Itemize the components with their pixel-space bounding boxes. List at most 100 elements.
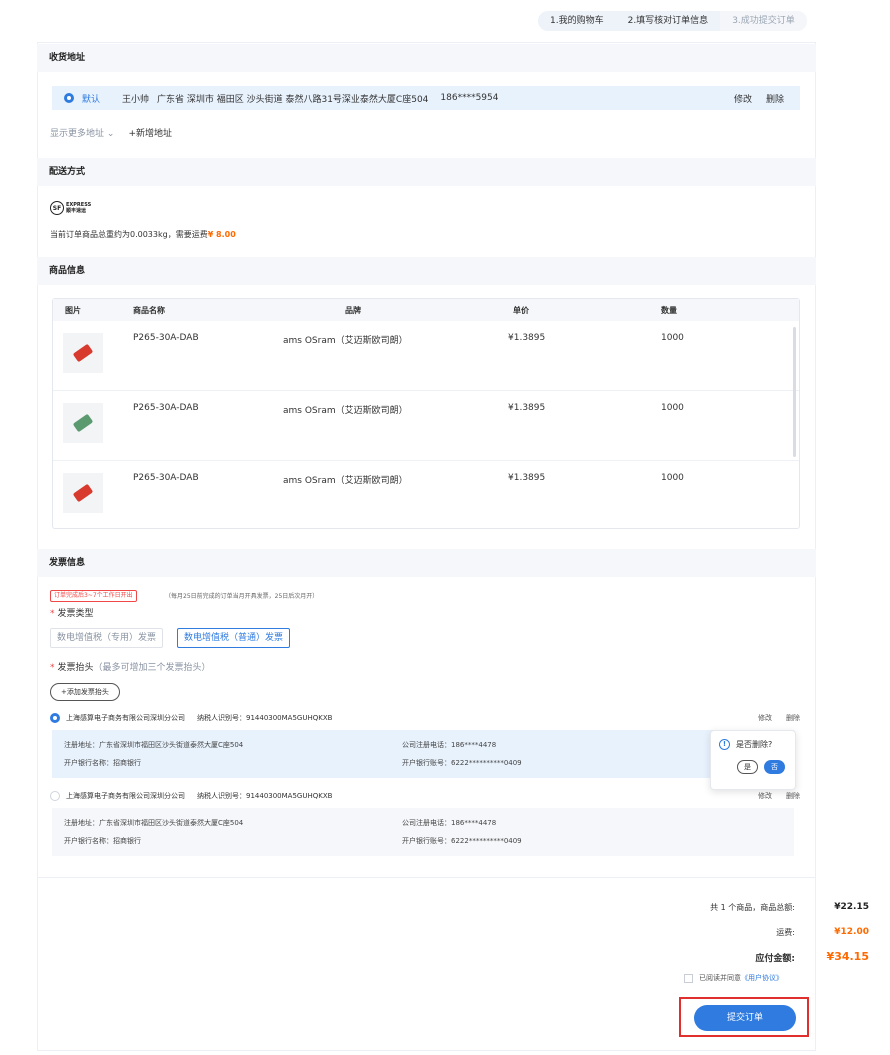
col-image: 图片: [65, 305, 81, 315]
invoice-delete-1[interactable]: 删除: [786, 713, 800, 723]
product-qty: 1000: [661, 403, 684, 413]
step-submitted: 3.成功提交订单: [720, 11, 807, 31]
invoice-reg-addr-2: 注册地址：广东省深圳市福田区沙头街道泰然大厦C座504: [64, 819, 244, 827]
product-brand: ams OSram（艾迈斯欧司朗）: [283, 476, 408, 486]
invoice-title-radio-2[interactable]: [50, 791, 60, 801]
sf-logo-line2: 顺丰速运: [66, 208, 87, 214]
shipping-fee: ¥ 8.00: [207, 230, 236, 239]
product-brand: ams OSram（艾迈斯欧司朗）: [283, 336, 408, 346]
chevron-down-icon: ⌄: [106, 129, 115, 139]
invoice-title-radio-1[interactable]: [50, 713, 60, 723]
shipping-section-title: 配送方式: [37, 158, 816, 186]
product-thumbnail[interactable]: [63, 473, 103, 513]
invoice-bank-account-1: 开户银行账号：6222**********0409: [402, 759, 522, 767]
add-address-link[interactable]: +新增地址: [128, 126, 172, 139]
bottom-border: [37, 1050, 816, 1051]
address-delete-link[interactable]: 删除: [766, 92, 784, 105]
invoice-edit-1[interactable]: 修改: [758, 713, 772, 723]
delete-confirm-popover: ! 是否删除? 是 否: [710, 730, 796, 790]
invoice-taxid-2: 纳税人识别号：91440300MA5GUHQKXB: [197, 792, 333, 800]
product-name[interactable]: P265-30A-DAB: [133, 403, 283, 413]
invoice-edit-2[interactable]: 修改: [758, 791, 772, 801]
address-edit-link[interactable]: 修改: [734, 92, 752, 105]
invoice-type-special[interactable]: 数电增值税（专用）发票: [50, 628, 164, 648]
product-thumbnail[interactable]: [63, 403, 103, 443]
shipping-note-text: 当前订单商品总重约为0.0033kg，需要运费: [50, 230, 208, 239]
address-more-row: 显示更多地址 ⌄ +新增地址: [50, 126, 172, 139]
sf-logo-icon: SF: [50, 201, 64, 215]
chip-image: [72, 413, 94, 433]
product-name[interactable]: P265-30A-DAB: [133, 333, 283, 343]
invoice-detail-2: 注册地址：广东省深圳市福田区沙头街道泰然大厦C座504 公司注册电话：186**…: [52, 808, 794, 856]
items-total-label: 共 1 个商品，商品总额:: [710, 903, 795, 912]
order-card: [37, 42, 816, 1051]
add-invoice-title-button[interactable]: +添加发票抬头: [50, 683, 120, 701]
step-confirm-order: 2.填写核对订单信息: [627, 16, 709, 26]
agreement-checkbox[interactable]: [684, 973, 693, 983]
address-item-default[interactable]: 默认 王小帅 广东省 深圳市 福田区 沙头街道 泰然八路31号深业泰然大厦C座5…: [52, 86, 800, 110]
show-more-addresses[interactable]: 显示更多地址 ⌄: [50, 126, 114, 139]
chip-image: [72, 343, 94, 363]
payable-value: ¥34.15: [826, 950, 869, 963]
confirm-no-button[interactable]: 否: [764, 760, 785, 774]
invoice-taxid-1: 纳税人识别号：91440300MA5GUHQKXB: [197, 714, 333, 722]
product-image-cell: [53, 403, 133, 443]
recipient-name: 王小帅: [122, 94, 150, 105]
info-icon: !: [719, 739, 730, 750]
recipient-phone: 186****5954: [440, 93, 499, 103]
checkout-steps: 1.我的购物车 2.填写核对订单信息 3.成功提交订单: [538, 11, 807, 31]
delete-confirm-question: 是否删除?: [736, 740, 773, 749]
invoice-title-row-2[interactable]: 上海感算电子商务有限公司深圳分公司 纳税人识别号：91440300MA5GUHQ…: [50, 791, 800, 801]
product-row: P265-30A-DAB ams OSram（艾迈斯欧司朗） ¥1.3895 1000: [53, 461, 799, 531]
product-qty: 1000: [661, 333, 684, 343]
confirm-yes-button[interactable]: 是: [737, 760, 758, 774]
invoice-title-row-1[interactable]: 上海感算电子商务有限公司深圳分公司 纳税人识别号：91440300MA5GUHQ…: [50, 713, 800, 723]
invoice-detail-1: 注册地址：广东省深圳市福田区沙头街道泰然大厦C座504 公司注册电话：186**…: [52, 730, 794, 778]
col-price: 单价: [513, 305, 529, 315]
agreement-row: 已阅读并同意 《用户协议》: [684, 973, 783, 983]
col-brand: 品牌: [345, 305, 361, 315]
address-radio[interactable]: [64, 93, 74, 103]
shipping-note: 当前订单商品总重约为0.0033kg，需要运费¥ 8.00: [50, 229, 236, 240]
invoice-head-hint: （最多可增加三个发票抬头）: [93, 663, 211, 673]
agreement-text: 已阅读并同意: [699, 974, 741, 982]
sf-express-logo: SF EXPRESS 顺丰速运: [50, 201, 91, 215]
product-brand: ams OSram（艾迈斯欧司朗）: [283, 406, 408, 416]
items-total-value: ¥22.15: [834, 902, 869, 912]
invoice-company-2: 上海感算电子商务有限公司深圳分公司: [66, 792, 185, 800]
invoice-timing-note: （每月25日前完成的订单当月开具发票，25日后次月开）: [165, 593, 319, 600]
invoice-delete-2[interactable]: 删除: [786, 791, 800, 801]
product-row: P265-30A-DAB ams OSram（艾迈斯欧司朗） ¥1.3895 1000: [53, 321, 799, 391]
invoice-bank-name-1: 开户银行名称：招商银行: [64, 759, 141, 767]
step-cart[interactable]: 1.我的购物车: [538, 11, 616, 31]
submit-order-button[interactable]: 提交订单: [694, 1005, 796, 1031]
invoice-bank-account-2: 开户银行账号：6222**********0409: [402, 837, 522, 845]
product-name[interactable]: P265-30A-DAB: [133, 473, 283, 483]
default-badge: 默认: [82, 94, 101, 105]
user-agreement-link[interactable]: 《用户协议》: [741, 973, 783, 983]
product-image-cell: [53, 333, 133, 373]
col-qty: 数量: [661, 305, 677, 315]
invoice-reg-phone-2: 公司注册电话：186****4478: [402, 819, 497, 827]
product-table-header: 图片 商品名称 品牌 单价 数量: [53, 299, 799, 321]
chip-image: [72, 483, 94, 503]
product-price: ¥1.3895: [508, 473, 546, 483]
product-price: ¥1.3895: [508, 333, 546, 343]
product-image-cell: [53, 473, 133, 513]
shipping-total-value: ¥12.00: [834, 927, 869, 937]
product-table-scrollbar[interactable]: [793, 327, 796, 457]
product-price: ¥1.3895: [508, 403, 546, 413]
invoice-type-label: * 发票类型: [50, 609, 94, 619]
invoice-timing-tag: 订单完成后3~7个工作日开出: [50, 590, 137, 602]
invoice-reg-addr-1: 注册地址：广东省深圳市福田区沙头街道泰然大厦C座504: [64, 741, 244, 749]
shipping-total-label: 运费:: [776, 928, 795, 937]
invoice-type-normal[interactable]: 数电增值税（普通）发票: [177, 628, 291, 648]
invoice-section-title: 发票信息: [37, 549, 816, 577]
col-name: 商品名称: [133, 305, 165, 315]
product-qty: 1000: [661, 473, 684, 483]
product-thumbnail[interactable]: [63, 333, 103, 373]
address-section-title: 收货地址: [37, 44, 816, 72]
product-table: 图片 商品名称 品牌 单价 数量 P265-30A-DAB ams OSram（艾…: [52, 298, 800, 529]
invoice-reg-phone-1: 公司注册电话：186****4478: [402, 741, 497, 749]
invoice-head-label: * 发票抬头（最多可增加三个发票抬头）: [50, 663, 211, 673]
